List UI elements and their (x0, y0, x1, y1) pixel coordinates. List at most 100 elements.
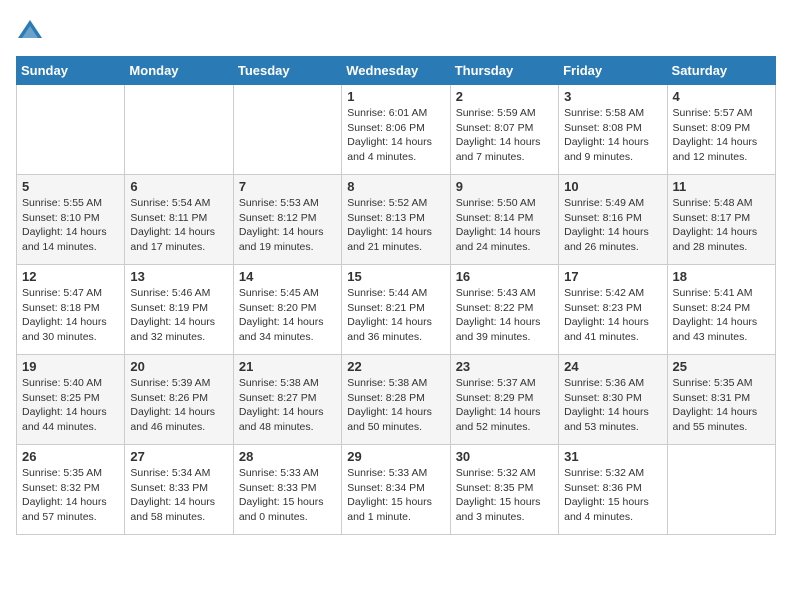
day-number: 6 (130, 179, 227, 194)
day-number: 14 (239, 269, 336, 284)
day-number: 17 (564, 269, 661, 284)
day-info: Sunrise: 5:47 AM Sunset: 8:18 PM Dayligh… (22, 286, 119, 345)
day-info: Sunrise: 5:37 AM Sunset: 8:29 PM Dayligh… (456, 376, 553, 435)
calendar-week-5: 26 Sunrise: 5:35 AM Sunset: 8:32 PM Dayli… (17, 445, 776, 535)
calendar-cell: 4 Sunrise: 5:57 AM Sunset: 8:09 PM Daylig… (667, 85, 775, 175)
calendar-cell: 31 Sunrise: 5:32 AM Sunset: 8:36 PM Dayli… (559, 445, 667, 535)
day-info: Sunrise: 5:46 AM Sunset: 8:19 PM Dayligh… (130, 286, 227, 345)
calendar-cell: 15 Sunrise: 5:44 AM Sunset: 8:21 PM Dayli… (342, 265, 450, 355)
calendar-cell: 5 Sunrise: 5:55 AM Sunset: 8:10 PM Daylig… (17, 175, 125, 265)
calendar-cell: 23 Sunrise: 5:37 AM Sunset: 8:29 PM Dayli… (450, 355, 558, 445)
calendar-cell: 22 Sunrise: 5:38 AM Sunset: 8:28 PM Dayli… (342, 355, 450, 445)
day-info: Sunrise: 5:39 AM Sunset: 8:26 PM Dayligh… (130, 376, 227, 435)
day-number: 22 (347, 359, 444, 374)
day-info: Sunrise: 5:50 AM Sunset: 8:14 PM Dayligh… (456, 196, 553, 255)
day-number: 28 (239, 449, 336, 464)
day-number: 25 (673, 359, 770, 374)
calendar-cell (125, 85, 233, 175)
calendar-cell: 7 Sunrise: 5:53 AM Sunset: 8:12 PM Daylig… (233, 175, 341, 265)
calendar-cell: 18Sunrise: 5:41 AM Sunset: 8:24 PM Dayli… (667, 265, 775, 355)
day-info: Sunrise: 5:44 AM Sunset: 8:21 PM Dayligh… (347, 286, 444, 345)
day-info: Sunrise: 5:59 AM Sunset: 8:07 PM Dayligh… (456, 106, 553, 165)
day-info: Sunrise: 5:33 AM Sunset: 8:34 PM Dayligh… (347, 466, 444, 525)
day-number: 10 (564, 179, 661, 194)
day-number: 12 (22, 269, 119, 284)
calendar-cell: 21Sunrise: 5:38 AM Sunset: 8:27 PM Dayli… (233, 355, 341, 445)
calendar-cell: 27Sunrise: 5:34 AM Sunset: 8:33 PM Dayli… (125, 445, 233, 535)
calendar-cell: 12 Sunrise: 5:47 AM Sunset: 8:18 PM Dayli… (17, 265, 125, 355)
day-number: 8 (347, 179, 444, 194)
day-info: Sunrise: 5:45 AM Sunset: 8:20 PM Dayligh… (239, 286, 336, 345)
calendar-cell: 8 Sunrise: 5:52 AM Sunset: 8:13 PM Daylig… (342, 175, 450, 265)
day-number: 31 (564, 449, 661, 464)
calendar-cell: 9 Sunrise: 5:50 AM Sunset: 8:14 PM Daylig… (450, 175, 558, 265)
day-info: Sunrise: 5:40 AM Sunset: 8:25 PM Dayligh… (22, 376, 119, 435)
day-info: Sunrise: 5:52 AM Sunset: 8:13 PM Dayligh… (347, 196, 444, 255)
page-header (16, 16, 776, 44)
day-info: Sunrise: 5:58 AM Sunset: 8:08 PM Dayligh… (564, 106, 661, 165)
calendar-cell: 17 Sunrise: 5:42 AM Sunset: 8:23 PM Dayli… (559, 265, 667, 355)
day-number: 20 (130, 359, 227, 374)
calendar-cell: 10 Sunrise: 5:49 AM Sunset: 8:16 PM Dayli… (559, 175, 667, 265)
day-info: Sunrise: 6:01 AM Sunset: 8:06 PM Dayligh… (347, 106, 444, 165)
calendar-cell (667, 445, 775, 535)
calendar-cell: 29 Sunrise: 5:33 AM Sunset: 8:34 PM Dayli… (342, 445, 450, 535)
calendar-cell (233, 85, 341, 175)
weekday-monday: Monday (125, 57, 233, 85)
day-info: Sunrise: 5:33 AM Sunset: 8:33 PM Dayligh… (239, 466, 336, 525)
day-number: 2 (456, 89, 553, 104)
weekday-thursday: Thursday (450, 57, 558, 85)
calendar-cell: 3Sunrise: 5:58 AM Sunset: 8:08 PM Daylig… (559, 85, 667, 175)
day-info: Sunrise: 5:32 AM Sunset: 8:35 PM Dayligh… (456, 466, 553, 525)
day-info: Sunrise: 5:53 AM Sunset: 8:12 PM Dayligh… (239, 196, 336, 255)
weekday-tuesday: Tuesday (233, 57, 341, 85)
day-number: 21 (239, 359, 336, 374)
day-number: 7 (239, 179, 336, 194)
day-info: Sunrise: 5:38 AM Sunset: 8:28 PM Dayligh… (347, 376, 444, 435)
calendar-cell: 28 Sunrise: 5:33 AM Sunset: 8:33 PM Dayli… (233, 445, 341, 535)
day-info: Sunrise: 5:57 AM Sunset: 8:09 PM Dayligh… (673, 106, 770, 165)
day-number: 24 (564, 359, 661, 374)
day-number: 4 (673, 89, 770, 104)
calendar-cell: 16 Sunrise: 5:43 AM Sunset: 8:22 PM Dayli… (450, 265, 558, 355)
calendar-week-4: 19Sunrise: 5:40 AM Sunset: 8:25 PM Dayli… (17, 355, 776, 445)
weekday-sunday: Sunday (17, 57, 125, 85)
day-info: Sunrise: 5:32 AM Sunset: 8:36 PM Dayligh… (564, 466, 661, 525)
day-info: Sunrise: 5:55 AM Sunset: 8:10 PM Dayligh… (22, 196, 119, 255)
calendar-header: SundayMondayTuesdayWednesdayThursdayFrid… (17, 57, 776, 85)
day-number: 15 (347, 269, 444, 284)
calendar-cell: 14 Sunrise: 5:45 AM Sunset: 8:20 PM Dayli… (233, 265, 341, 355)
day-number: 27 (130, 449, 227, 464)
day-number: 26 (22, 449, 119, 464)
day-number: 9 (456, 179, 553, 194)
calendar-cell: 11Sunrise: 5:48 AM Sunset: 8:17 PM Dayli… (667, 175, 775, 265)
weekday-header-row: SundayMondayTuesdayWednesdayThursdayFrid… (17, 57, 776, 85)
calendar-cell: 13 Sunrise: 5:46 AM Sunset: 8:19 PM Dayli… (125, 265, 233, 355)
calendar-cell: 6Sunrise: 5:54 AM Sunset: 8:11 PM Daylig… (125, 175, 233, 265)
day-number: 29 (347, 449, 444, 464)
logo (16, 16, 48, 44)
day-number: 23 (456, 359, 553, 374)
day-info: Sunrise: 5:41 AM Sunset: 8:24 PM Dayligh… (673, 286, 770, 345)
day-number: 11 (673, 179, 770, 194)
calendar-week-3: 12 Sunrise: 5:47 AM Sunset: 8:18 PM Dayli… (17, 265, 776, 355)
day-number: 5 (22, 179, 119, 194)
calendar-cell: 1Sunrise: 6:01 AM Sunset: 8:06 PM Daylig… (342, 85, 450, 175)
calendar-cell: 19Sunrise: 5:40 AM Sunset: 8:25 PM Dayli… (17, 355, 125, 445)
day-number: 13 (130, 269, 227, 284)
day-info: Sunrise: 5:43 AM Sunset: 8:22 PM Dayligh… (456, 286, 553, 345)
calendar-cell: 26 Sunrise: 5:35 AM Sunset: 8:32 PM Dayli… (17, 445, 125, 535)
logo-icon (16, 16, 44, 44)
day-number: 30 (456, 449, 553, 464)
day-info: Sunrise: 5:36 AM Sunset: 8:30 PM Dayligh… (564, 376, 661, 435)
calendar-cell: 30 Sunrise: 5:32 AM Sunset: 8:35 PM Dayli… (450, 445, 558, 535)
day-number: 16 (456, 269, 553, 284)
day-info: Sunrise: 5:49 AM Sunset: 8:16 PM Dayligh… (564, 196, 661, 255)
day-info: Sunrise: 5:42 AM Sunset: 8:23 PM Dayligh… (564, 286, 661, 345)
weekday-saturday: Saturday (667, 57, 775, 85)
calendar-body: 1Sunrise: 6:01 AM Sunset: 8:06 PM Daylig… (17, 85, 776, 535)
weekday-friday: Friday (559, 57, 667, 85)
calendar-cell: 20 Sunrise: 5:39 AM Sunset: 8:26 PM Dayli… (125, 355, 233, 445)
calendar-table: SundayMondayTuesdayWednesdayThursdayFrid… (16, 56, 776, 535)
day-info: Sunrise: 5:35 AM Sunset: 8:32 PM Dayligh… (22, 466, 119, 525)
